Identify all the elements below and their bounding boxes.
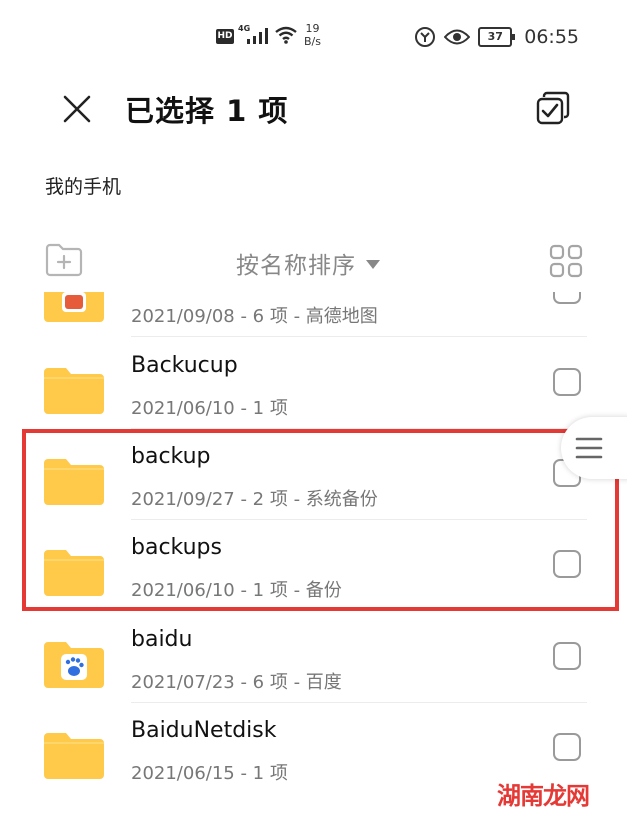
file-meta: 2021/06/10 - 1 项 — [131, 398, 288, 419]
status-bar: HD 4G 19 B/s 37 06:55 — [0, 0, 627, 76]
file-row[interactable]: baidu 2021/07/23 - 6 项 - 百度 — [0, 612, 627, 703]
folder-icon — [44, 733, 104, 779]
select-checkbox[interactable] — [553, 368, 581, 396]
clock: 06:55 — [524, 26, 579, 48]
speed-value: 19 — [305, 22, 320, 35]
page-title: 已选择 1 项 — [125, 94, 289, 128]
file-meta: 2021/07/23 - 6 项 - 百度 — [131, 672, 342, 693]
sort-label: 按名称排序 — [236, 253, 356, 279]
file-meta: 2021/09/08 - 6 项 - 高德地图 — [131, 306, 378, 327]
select-checkbox[interactable] — [553, 733, 581, 761]
network-speed: 19 B/s — [304, 22, 321, 48]
caret-down-icon — [366, 260, 380, 269]
eye-comfort-icon — [444, 29, 471, 45]
battery-icon: 37 — [478, 27, 516, 47]
select-checkbox[interactable] — [553, 642, 581, 670]
speed-unit: B/s — [304, 35, 321, 48]
sort-dropdown[interactable]: 按名称排序 — [236, 246, 380, 280]
close-button[interactable] — [56, 88, 98, 130]
signal-icon — [247, 28, 268, 44]
folder-icon — [44, 368, 104, 414]
watermark: 湖南龙网 — [497, 782, 590, 810]
file-meta: 2021/06/15 - 1 项 — [131, 763, 288, 784]
new-folder-icon — [45, 243, 83, 277]
file-row[interactable]: Backucup 2021/06/10 - 1 项 — [0, 338, 627, 429]
vpn-icon — [415, 27, 436, 47]
folder-amap-icon — [44, 292, 104, 322]
file-name: baidu — [131, 627, 193, 652]
select-all-button[interactable] — [532, 88, 574, 130]
file-name: Backucup — [131, 353, 238, 378]
floating-menu-button[interactable] — [561, 417, 627, 479]
wifi-icon — [275, 26, 297, 44]
grid-view-icon — [549, 244, 583, 278]
file-name: BaiduNetdisk — [131, 718, 277, 743]
menu-icon — [575, 437, 603, 459]
select-all-icon — [536, 91, 570, 125]
grid-view-button[interactable] — [549, 244, 583, 278]
hd-indicator: HD — [216, 29, 234, 44]
close-icon — [63, 95, 91, 123]
new-folder-button[interactable] — [44, 242, 84, 278]
folder-baidu-icon — [44, 642, 104, 688]
breadcrumb[interactable]: 我的手机 — [45, 172, 121, 199]
file-row[interactable]: 2021/09/08 - 6 项 - 高德地图 — [0, 292, 627, 337]
row-divider — [131, 336, 587, 337]
status-right: 37 06:55 — [414, 26, 579, 48]
highlight-annotation-box — [22, 429, 619, 611]
select-checkbox[interactable] — [553, 292, 581, 304]
battery-level: 37 — [487, 30, 503, 43]
